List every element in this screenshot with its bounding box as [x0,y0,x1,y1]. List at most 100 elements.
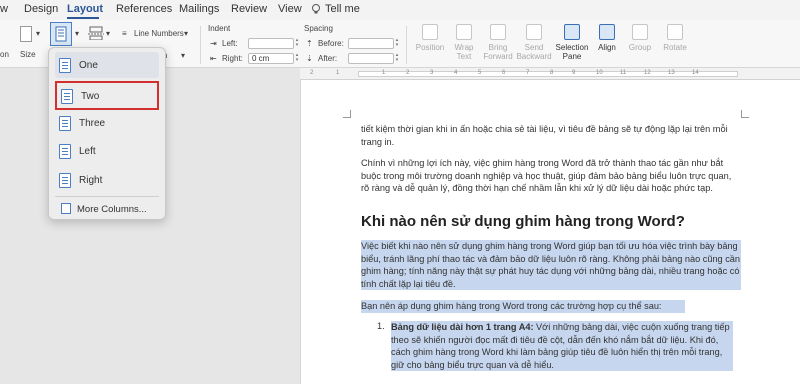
position-button[interactable]: Position [411,24,449,52]
ruler-tick: 10 [596,70,603,76]
tell-me-search[interactable]: Tell me [325,3,360,15]
paragraph[interactable]: Chính vì những lợi ích này, việc ghim hà… [361,157,741,195]
group-button[interactable]: Group [621,24,659,52]
paragraph[interactable]: tiết kiệm thời gian khi in ấn hoặc chia … [361,123,741,148]
ruler-tick: 1 [336,70,340,76]
chevron-down-icon[interactable]: ▾ [36,29,40,38]
selection-pane-button[interactable]: Selection Pane [553,24,591,61]
one-column-icon [59,58,71,73]
ribbon-divider [200,26,201,64]
ruler-tick: 9 [572,70,576,76]
ruler-tick: 14 [692,70,699,76]
spacing-before-label: Before: [318,39,344,48]
more-columns-item[interactable]: More Columns... [59,201,159,217]
ruler-tick: 8 [550,70,554,76]
spacing-before-stepper[interactable]: ▴ ▾ [394,38,400,49]
indent-right-label: Right: [222,54,243,63]
column-option-two[interactable]: Two [55,81,159,110]
columns-button[interactable] [50,22,72,46]
list-number: 1. [377,321,385,331]
indent-left-stepper[interactable]: ▴ ▾ [294,38,300,49]
indent-left-label: Left: [222,39,238,48]
more-columns-icon [61,203,71,214]
column-option-left[interactable]: Left [55,138,159,164]
rotate-icon [667,24,683,40]
spacing-after-label: After: [318,54,338,63]
size-icon[interactable] [20,26,32,42]
crop-mark [343,110,351,118]
ruler-tick: 7 [526,70,530,76]
send-backward-button[interactable]: Send Backward [515,24,553,61]
three-columns-icon [59,116,71,131]
line-numbers-icon: ≡ [122,29,127,38]
spacing-after-field[interactable] [348,53,394,64]
group-icon [632,24,648,40]
ruler-tick: 2 [310,70,314,76]
line-numbers-button[interactable]: Line Numbers [134,29,184,38]
ribbon-divider [406,26,407,64]
wrap-text-button[interactable]: Wrap Text [445,24,483,61]
indent-right-field[interactable]: 0 cm [248,53,294,64]
align-icon [599,24,615,40]
orientation-label: on [0,50,9,59]
list-item[interactable]: Bảng dữ liệu dài hơn 1 trang A4: Với nhữ… [391,321,733,371]
ruler-tick: 2 [406,70,410,76]
spacing-after-icon: ⇣ [306,54,313,63]
tab-view-menu[interactable]: View [278,3,302,15]
active-tab-indicator [67,17,99,19]
tab-design[interactable]: Design [24,3,58,15]
column-option-right[interactable]: Right [55,167,159,193]
indent-left-field[interactable] [248,38,294,49]
wrap-text-icon [456,24,472,40]
selection-pane-icon [564,24,580,40]
ribbon-tabs: w Design Layout References Mailings Revi… [0,0,800,20]
menu-divider [55,196,159,197]
columns-icon [55,26,67,42]
chevron-down-icon[interactable]: ▾ [106,29,110,38]
two-columns-icon [61,89,73,104]
size-label: Size [20,50,36,59]
right-column-icon [59,173,71,188]
ruler-tick: 3 [430,70,434,76]
tab-layout[interactable]: Layout [67,3,103,15]
ruler-tick: 5 [478,70,482,76]
selected-paragraph[interactable]: Bạn nên áp dụng ghim hàng trong Word tro… [361,300,685,313]
indent-title: Indent [208,24,231,33]
indent-right-stepper[interactable]: ▴ ▾ [294,53,300,64]
bring-forward-icon [490,24,506,40]
selected-paragraph[interactable]: Việc biết khi nào nên sử dụng ghim hàng … [361,240,741,290]
horizontal-ruler[interactable]: 2 1 1 2 3 4 5 6 7 8 9 10 11 12 13 14 [300,68,800,80]
ruler-tick: 12 [644,70,651,76]
tab-mailings[interactable]: Mailings [179,3,219,15]
document-page[interactable]: tiết kiệm thời gian khi in ấn hoặc chia … [300,80,800,384]
lightbulb-icon [310,3,322,18]
ruler-tick: 6 [502,70,506,76]
list-item-bold: Bảng dữ liệu dài hơn 1 trang A4: [391,322,534,332]
ruler-text-area [358,71,738,77]
send-backward-icon [526,24,542,40]
columns-dropdown: One Two Three Left Right More Columns... [48,47,166,220]
left-column-icon [59,144,71,159]
spacing-before-icon: ⇡ [306,39,313,48]
indent-right-icon: ⇤ [210,54,217,63]
chevron-down-icon[interactable]: ▾ [75,29,79,38]
chevron-down-icon[interactable]: ▾ [181,51,185,60]
section-heading[interactable]: Khi nào nên sử dụng ghim hàng trong Word… [361,213,685,230]
tab-review[interactable]: Review [231,3,267,15]
chevron-down-icon[interactable]: ▾ [184,29,188,38]
spacing-before-field[interactable] [348,38,394,49]
breaks-icon[interactable] [88,26,104,41]
column-option-one[interactable]: One [55,52,159,78]
rotate-button[interactable]: Rotate [656,24,694,52]
tab-references[interactable]: References [116,3,172,15]
spacing-title: Spacing [304,24,333,33]
spacing-after-stepper[interactable]: ▴ ▾ [394,53,400,64]
bring-forward-button[interactable]: Bring Forward [479,24,517,61]
ruler-tick: 1 [382,70,386,76]
column-option-three[interactable]: Three [55,110,159,136]
ruler-tick: 11 [620,70,627,76]
crop-mark [741,110,749,118]
ruler-tick: 4 [454,70,458,76]
indent-left-icon: ⇥ [210,39,217,48]
tab-view[interactable]: w [0,3,8,15]
